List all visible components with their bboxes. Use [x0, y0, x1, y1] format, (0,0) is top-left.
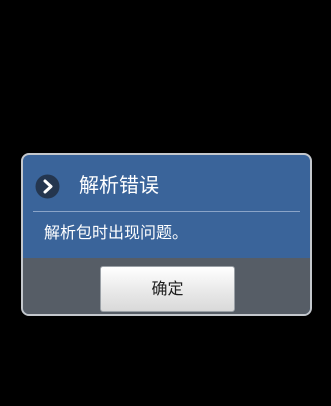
screen: 解析错误 解析包时出现问题。 确定	[0, 0, 331, 406]
parse-error-dialog: 解析错误 解析包时出现问题。 确定	[21, 153, 312, 316]
dialog-footer: 确定	[23, 258, 310, 314]
confirm-button[interactable]: 确定	[100, 266, 235, 312]
dialog-title: 解析错误	[79, 173, 159, 197]
dialog-header: 解析错误	[23, 155, 310, 212]
chevron-right-circle-icon	[35, 174, 60, 199]
dialog-message: 解析包时出现问题。	[44, 223, 189, 242]
dialog-body: 解析包时出现问题。	[23, 212, 310, 256]
